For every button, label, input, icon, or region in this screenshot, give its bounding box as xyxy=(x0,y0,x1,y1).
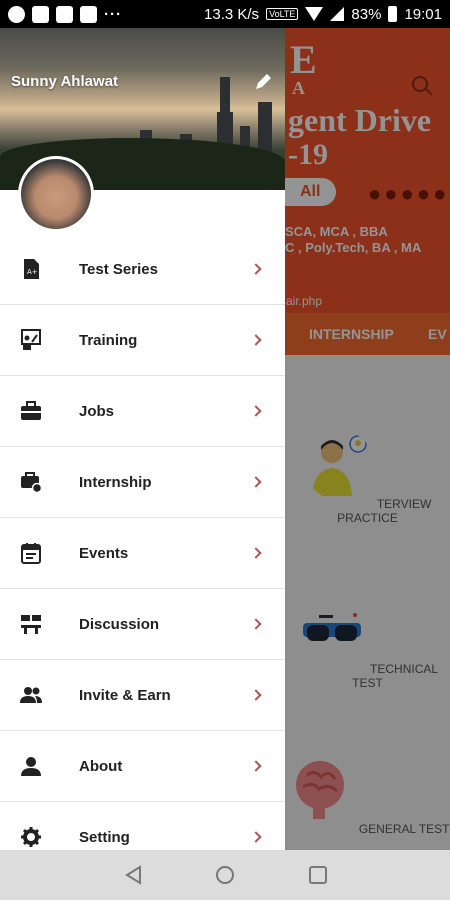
menu-label: Events xyxy=(79,544,129,562)
menu-item-discussion[interactable]: Discussion xyxy=(0,589,285,660)
chevron-right-icon xyxy=(250,618,262,630)
menu-label: Discussion xyxy=(79,615,160,633)
test-series-icon: A+ xyxy=(24,259,39,279)
more-notifications-icon: ··· xyxy=(104,5,122,23)
menu-label: About xyxy=(79,757,123,775)
chevron-right-icon xyxy=(250,831,262,843)
menu-item-invite-earn[interactable]: Invite & Earn xyxy=(0,660,285,731)
discussion-icon xyxy=(21,615,41,634)
notification-icon xyxy=(32,5,49,23)
briefcase-icon xyxy=(21,401,41,420)
calendar-icon xyxy=(21,543,41,564)
chevron-right-icon xyxy=(250,689,262,701)
chevron-right-icon xyxy=(250,263,262,275)
menu-label: Training xyxy=(79,331,138,349)
menu-item-training[interactable]: Training xyxy=(0,305,285,376)
training-icon xyxy=(21,329,41,350)
group-icon xyxy=(20,687,42,703)
menu-item-setting[interactable]: Setting xyxy=(0,802,285,850)
menu-item-about[interactable]: About xyxy=(0,731,285,802)
chevron-right-icon xyxy=(250,476,262,488)
clock: 19:01 xyxy=(404,5,442,23)
home-icon[interactable] xyxy=(215,865,235,885)
recents-icon[interactable] xyxy=(308,865,328,885)
menu-item-internship[interactable]: Internship xyxy=(0,447,285,518)
chevron-right-icon xyxy=(250,760,262,772)
menu-label: Jobs xyxy=(79,402,115,420)
chevron-right-icon xyxy=(250,405,262,417)
person-icon xyxy=(21,757,41,776)
gear-icon xyxy=(21,827,41,847)
menu-label: Internship xyxy=(79,473,152,491)
edit-icon[interactable] xyxy=(253,72,273,92)
system-nav-bar xyxy=(0,850,450,900)
notification-icon xyxy=(80,5,97,23)
battery-percent: 83% xyxy=(351,5,382,23)
menu-label: Test Series xyxy=(79,260,158,278)
chevron-right-icon xyxy=(250,334,262,346)
notification-icon xyxy=(56,5,73,23)
internship-icon xyxy=(21,472,42,493)
whatsapp-icon xyxy=(8,5,25,23)
status-bar: ··· 13.3 K/s VoLTE 83% 19:01 xyxy=(0,0,450,28)
menu-item-test-series[interactable]: A+ Test Series xyxy=(0,234,285,305)
menu-item-jobs[interactable]: Jobs xyxy=(0,376,285,447)
menu-label: Setting xyxy=(79,828,130,846)
svg-text:A+: A+ xyxy=(27,268,38,276)
menu-item-events[interactable]: Events xyxy=(0,518,285,589)
back-icon[interactable] xyxy=(124,865,144,885)
drawer-menu: A+ Test Series Training Jobs Internship … xyxy=(0,234,285,850)
volte-badge: VoLTE xyxy=(266,8,299,20)
navigation-drawer: Sunny Ahlawat A+ Test Series Training Jo… xyxy=(0,28,285,850)
signal-icon xyxy=(330,7,345,21)
user-name: Sunny Ahlawat xyxy=(11,73,118,90)
menu-label: Invite & Earn xyxy=(79,686,171,704)
network-speed: 13.3 K/s xyxy=(204,5,260,23)
wifi-icon xyxy=(305,7,324,21)
chevron-right-icon xyxy=(250,547,262,559)
battery-icon xyxy=(388,6,398,22)
avatar[interactable] xyxy=(18,156,94,232)
